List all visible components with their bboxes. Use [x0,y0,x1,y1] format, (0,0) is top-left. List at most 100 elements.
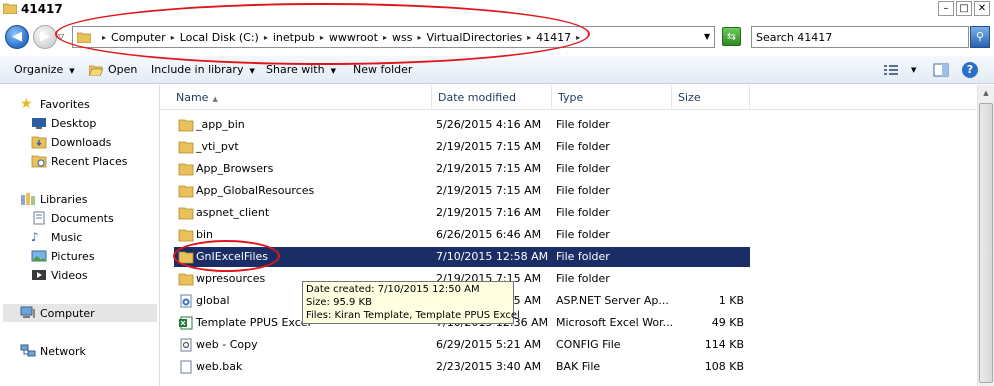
new-folder-label: New folder [353,63,413,76]
tooltip-files: Files: Kiran Template, Template PPUS Exc… [306,310,520,321]
close-button[interactable]: ✕ [974,1,990,16]
star-icon: ★ [20,96,33,112]
column-header-date-modified[interactable]: Date modified [432,85,552,110]
downloads-folder-icon [31,136,47,149]
tooltip-size: Size: 95.9 KB [306,297,372,308]
column-header-name[interactable]: Name ▲ [170,85,432,110]
file-row[interactable]: App_GlobalResources 2/19/2015 7:15 AM File… [174,181,750,201]
nav-favorites[interactable]: ★ Favorites [20,95,90,113]
breadcrumb-virtualdirectories[interactable]: VirtualDirectories [426,31,522,44]
nav-network[interactable]: Network [20,342,86,360]
file-date-modified: 7/10/2015 12:58 AM [436,250,549,263]
search-icon: ⚲ [975,30,985,43]
file-date-modified: 2/23/2015 3:40 AM [436,360,542,373]
nav-computer[interactable]: Computer [3,304,157,322]
computer-icon [20,306,35,318]
nav-music-label: Music [51,230,83,244]
file-type: File folder [556,162,610,175]
search-input[interactable]: Search 41417 [751,26,969,48]
chevron-right-icon[interactable]: ▸ [527,33,531,42]
nav-documents[interactable]: Documents [31,209,114,227]
file-row[interactable]: _vti_pvt 2/19/2015 7:15 AM File folder [174,137,750,157]
column-header-name-label: Name [176,91,209,104]
file-row[interactable]: aspnet_client 2/19/2015 7:16 AM File folde… [174,203,750,223]
forward-arrow-icon: ▶ [40,29,50,44]
nav-pictures-label: Pictures [51,249,95,263]
chevron-up-icon: ▲ [983,89,989,97]
nav-downloads[interactable]: Downloads [31,133,111,151]
breadcrumb-41417[interactable]: 41417 [536,31,571,44]
file-row[interactable]: web - Copy 6/29/2015 5:21 AM CONFIG File 11… [174,335,750,355]
nav-downloads-label: Downloads [51,135,112,149]
view-options-dropdown[interactable]: ▼ [911,66,916,74]
file-type: BAK File [556,360,601,373]
minimize-button[interactable]: – [938,1,954,16]
recent-places-icon [31,155,47,168]
file-size: 49 KB [711,316,744,329]
scroll-up-button[interactable]: ▲ [978,85,994,102]
nav-videos[interactable]: Videos [31,266,88,284]
share-with-button[interactable]: Share with ▼ [266,63,336,76]
breadcrumb-inetpub[interactable]: inetpub [273,31,315,44]
file-row[interactable]: web.bak 2/23/2015 3:40 AM BAK File 108 KB [174,357,750,377]
folder-tooltip: Date created: 7/10/2015 12:50 AM Size: 9… [302,281,520,324]
back-button[interactable]: ◀ [5,25,29,49]
nav-videos-label: Videos [51,268,88,282]
address-bar[interactable]: ▸ Computer ▸ Local Disk (C:) ▸ inetpub ▸… [72,26,715,48]
nav-libraries[interactable]: Libraries [20,190,88,208]
open-button[interactable]: Open [108,63,137,76]
breadcrumb-computer[interactable]: Computer [111,31,166,44]
folder-open-icon [89,65,103,76]
preview-pane-icon[interactable] [933,63,949,77]
include-in-library-button[interactable]: Include in library ▼ [151,63,255,76]
column-header-size[interactable]: Size [672,85,750,110]
address-history-dropdown[interactable]: ▼ [704,32,710,41]
forward-button[interactable]: ▶ [33,25,57,49]
file-size: 1 KB [718,294,744,307]
file-row[interactable]: bin 6/26/2015 6:46 AM File folder [174,225,750,245]
file-type: File folder [556,184,610,197]
file-row[interactable]: App_Browsers 2/19/2015 7:15 AM File folder [174,159,750,179]
maximize-button[interactable]: □ [956,1,972,16]
vertical-scrollbar[interactable]: ▲ [977,85,994,386]
address-row: ◀ ▶ ▽ ▸ Computer ▸ Local Disk (C:) ▸ ine… [0,19,994,56]
breadcrumb-wwwroot[interactable]: wwwroot [329,31,378,44]
nav-recent-places[interactable]: Recent Places [31,152,128,170]
folder-icon [3,3,17,14]
chevron-right-icon[interactable]: ▸ [264,33,268,42]
file-date-modified: 2/19/2015 7:16 AM [436,206,542,219]
file-list: Name ▲ Date modified Type Size _app_bin 5/… [160,85,977,386]
refresh-button[interactable]: ⇆ [722,27,741,46]
file-row[interactable]: GnIExcelFiles 7/10/2015 12:58 AM File fold… [174,247,750,267]
folder-icon [178,229,194,242]
excel-file-icon [179,316,193,330]
generic-file-icon [180,360,192,374]
chevron-right-icon[interactable]: ▸ [102,33,106,42]
include-in-library-label: Include in library [151,63,244,76]
help-button[interactable]: ? [962,62,978,78]
chevron-right-icon[interactable]: ▸ [171,33,175,42]
file-row[interactable]: _app_bin 5/26/2015 4:16 AM File folder [174,115,750,135]
navigation-pane: ★ Favorites Desktop Downloads Recent Pla… [0,85,160,386]
nav-pictures[interactable]: Pictures [31,247,95,265]
chevron-right-icon[interactable]: ▸ [417,33,421,42]
nav-recent-places-label: Recent Places [51,154,128,168]
file-name: App_GlobalResources [196,184,315,197]
search-button[interactable]: ⚲ [970,26,990,48]
new-folder-button[interactable]: New folder [353,63,412,76]
file-type: Microsoft Excel Wor... [556,316,674,329]
nav-libraries-label: Libraries [40,192,88,206]
organize-button[interactable]: Organize ▼ [14,63,75,76]
nav-music[interactable]: ♪ Music [31,228,82,246]
chevron-right-icon[interactable]: ▸ [383,33,387,42]
column-header-type[interactable]: Type [552,85,672,110]
recent-pages-dropdown[interactable]: ▽ [58,32,64,41]
breadcrumb-local-disk[interactable]: Local Disk (C:) [180,31,259,44]
chevron-right-icon[interactable]: ▸ [576,33,580,42]
chevron-right-icon[interactable]: ▸ [320,33,324,42]
nav-desktop[interactable]: Desktop [31,114,96,132]
breadcrumb-wss[interactable]: wss [392,31,412,44]
change-view-icon[interactable] [883,63,899,77]
file-name: App_Browsers [196,162,274,175]
scroll-thumb[interactable] [979,103,993,383]
